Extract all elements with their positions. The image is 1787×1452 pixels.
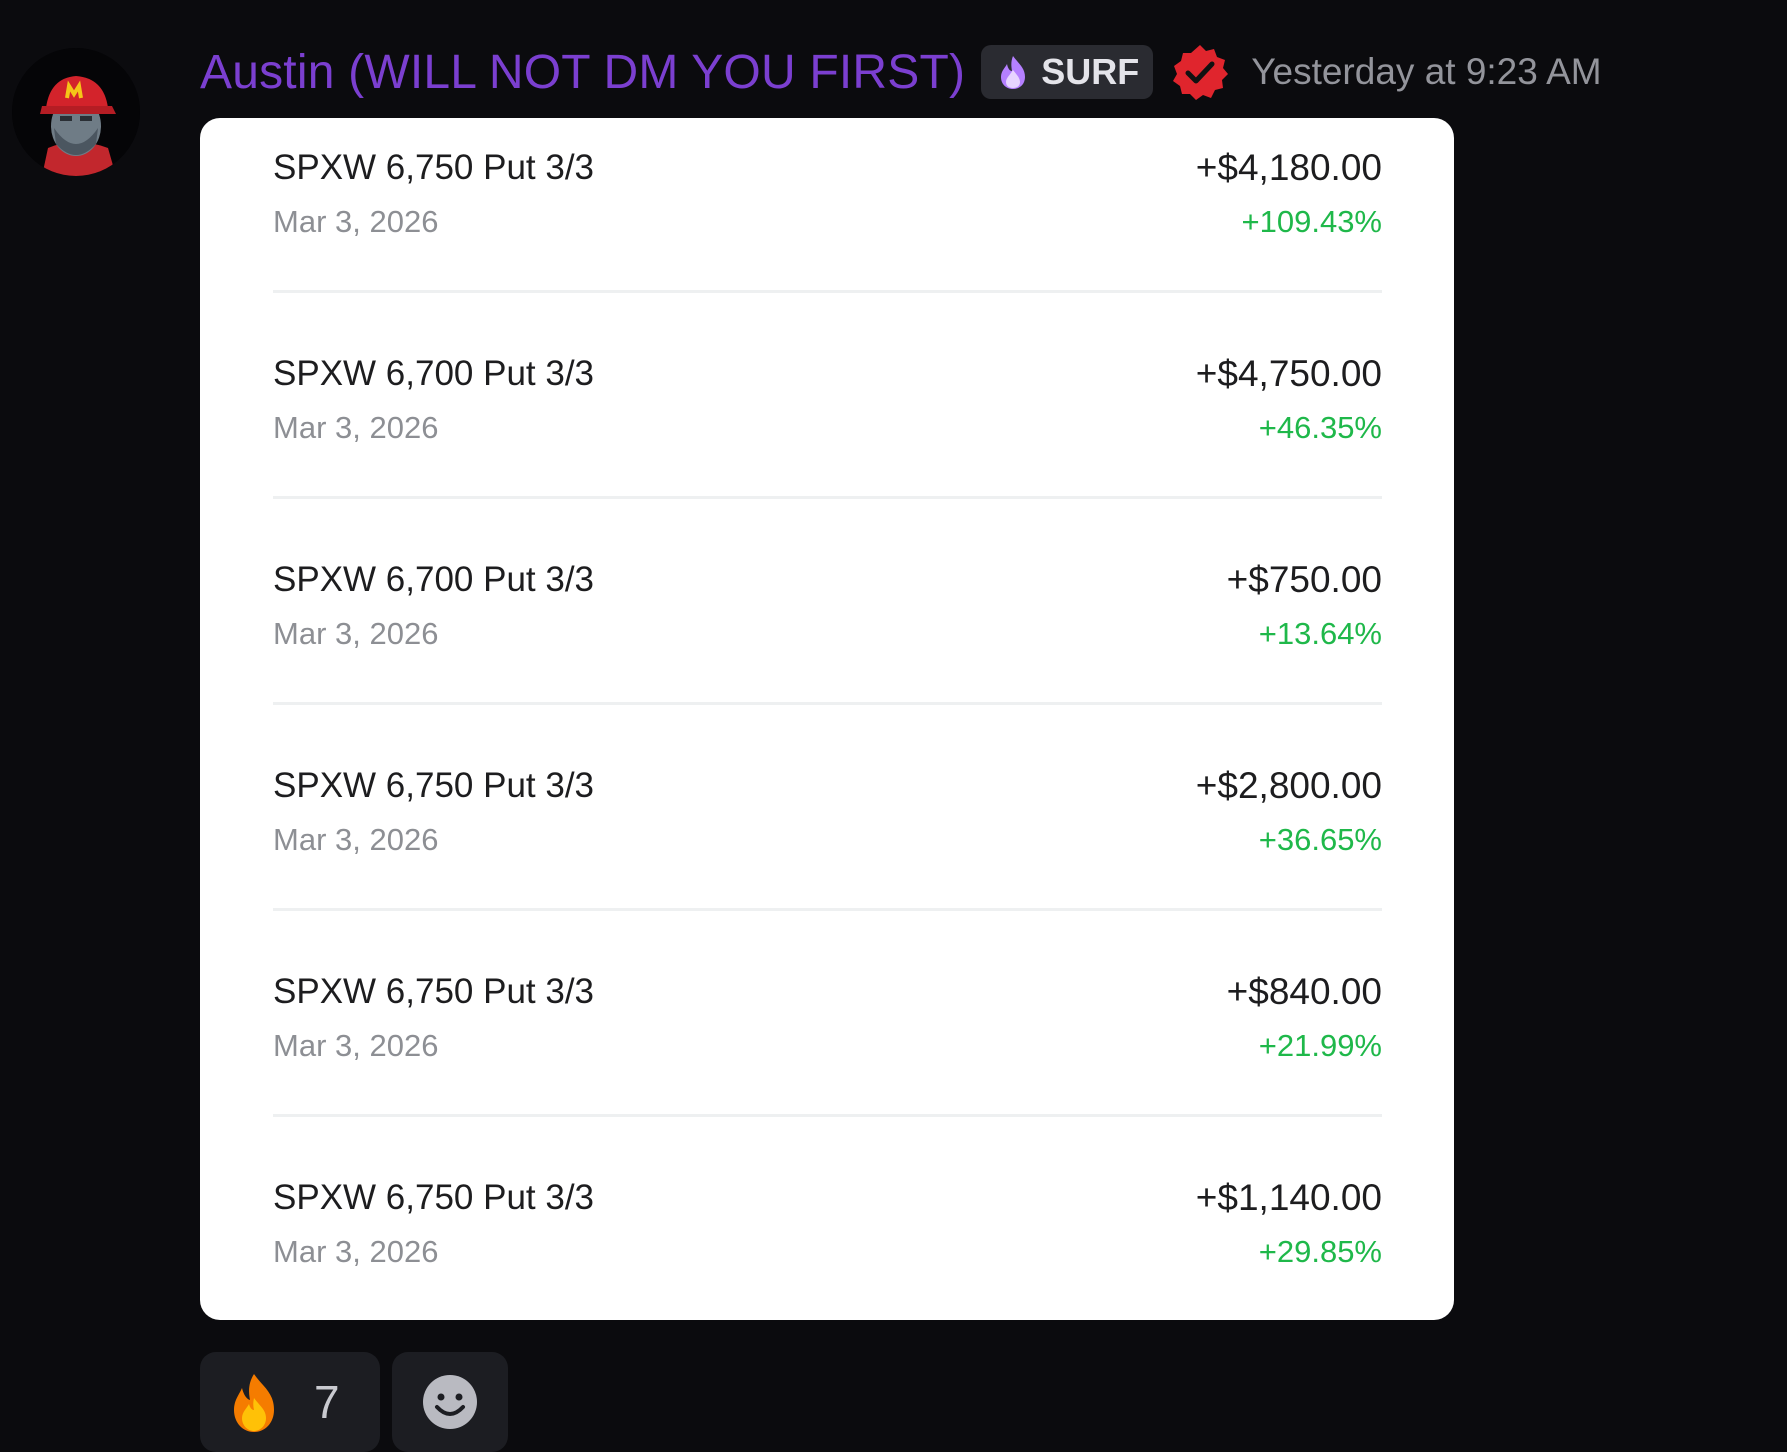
trade-date: Mar 3, 2026	[273, 822, 439, 857]
trade-date: Mar 3, 2026	[273, 204, 439, 239]
trade-contract: SPXW 6,750 Put 3/3	[273, 148, 595, 187]
server-tag[interactable]: SURF	[981, 45, 1154, 99]
trade-pnl-amount: +$840.00	[1226, 971, 1382, 1012]
row-divider	[273, 496, 1382, 499]
trade-pnl-amount: +$2,800.00	[1195, 765, 1382, 806]
fire-emoji-icon	[234, 1374, 274, 1432]
trade-row: SPXW 6,750 Put 3/3 +$840.00 Mar 3, 2026 …	[273, 942, 1382, 1148]
trade-date: Mar 3, 2026	[273, 1234, 439, 1269]
trade-date: Mar 3, 2026	[273, 616, 439, 651]
reaction-count: 7	[314, 1376, 340, 1428]
trade-row: SPXW 6,700 Put 3/3 +$750.00 Mar 3, 2026 …	[273, 530, 1382, 736]
trade-row: SPXW 6,750 Put 3/3 +$1,140.00 Mar 3, 202…	[273, 1148, 1382, 1320]
fire-reaction-button[interactable]: 7	[200, 1352, 380, 1452]
trade-pnl-percent: +13.64%	[1258, 616, 1382, 651]
trade-row: SPXW 6,750 Put 3/3 +$4,180.00 Mar 3, 202…	[273, 118, 1382, 324]
row-divider	[273, 908, 1382, 911]
trade-pnl-percent: +29.85%	[1258, 1234, 1382, 1269]
trade-contract: SPXW 6,700 Put 3/3	[273, 354, 595, 393]
purple-flame-icon	[1001, 56, 1026, 89]
trade-contract: SPXW 6,750 Put 3/3	[273, 766, 595, 805]
message-header: Austin (WILL NOT DM YOU FIRST) SURF Yest…	[200, 40, 1602, 104]
avatar-image	[12, 48, 140, 176]
add-reaction-smile-icon	[423, 1375, 477, 1429]
trade-pnl-percent: +109.43%	[1241, 204, 1382, 239]
row-divider	[273, 702, 1382, 705]
reaction-bar: 7	[200, 1352, 508, 1452]
trade-date: Mar 3, 2026	[273, 1028, 439, 1063]
add-reaction-button[interactable]	[392, 1352, 508, 1452]
server-tag-label: SURF	[1041, 51, 1140, 92]
trade-pnl-amount: +$750.00	[1226, 559, 1382, 600]
author-name[interactable]: Austin (WILL NOT DM YOU FIRST)	[200, 45, 965, 100]
trade-row: SPXW 6,750 Put 3/3 +$2,800.00 Mar 3, 202…	[273, 736, 1382, 942]
trade-pnl-percent: +36.65%	[1258, 822, 1382, 857]
trade-pnl-amount: +$4,180.00	[1195, 147, 1382, 188]
trade-row: SPXW 6,700 Put 3/3 +$4,750.00 Mar 3, 202…	[273, 324, 1382, 530]
trade-contract: SPXW 6,750 Put 3/3	[273, 1178, 595, 1217]
trade-pnl-percent: +21.99%	[1258, 1028, 1382, 1063]
row-divider	[273, 290, 1382, 293]
trade-pnl-amount: +$1,140.00	[1195, 1177, 1382, 1218]
verified-badge-icon	[1173, 45, 1229, 100]
trade-date: Mar 3, 2026	[273, 410, 439, 445]
trade-history-card[interactable]: SPXW 6,750 Put 3/3 +$4,180.00 Mar 3, 202…	[200, 118, 1454, 1320]
trade-contract: SPXW 6,700 Put 3/3	[273, 560, 595, 599]
message-timestamp: Yesterday at 9:23 AM	[1251, 51, 1602, 92]
chat-message: Austin (WILL NOT DM YOU FIRST) SURF Yest…	[0, 0, 1787, 1452]
row-divider	[273, 1114, 1382, 1117]
trade-contract: SPXW 6,750 Put 3/3	[273, 972, 595, 1011]
trade-pnl-amount: +$4,750.00	[1195, 353, 1382, 394]
avatar[interactable]	[12, 48, 140, 176]
trade-pnl-percent: +46.35%	[1258, 410, 1382, 445]
